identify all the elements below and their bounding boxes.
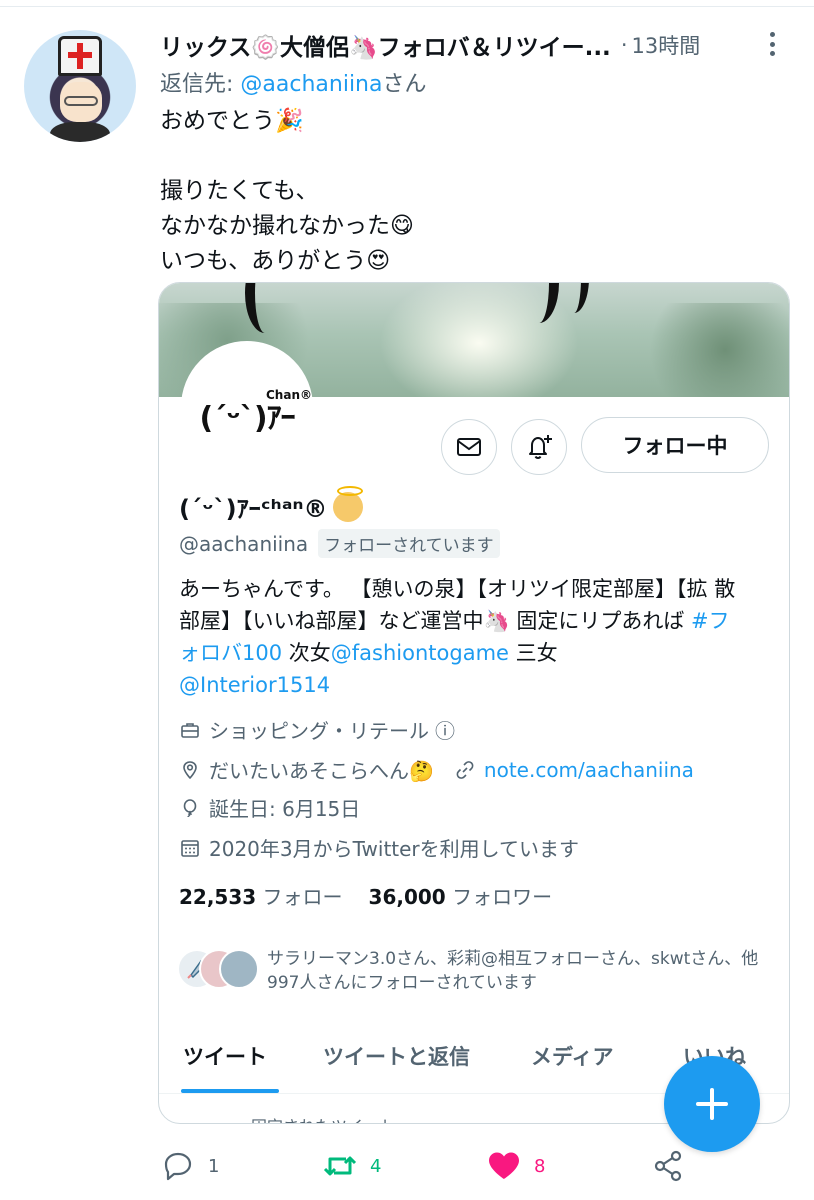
tab-tweets[interactable]: ツイート — [183, 1041, 267, 1071]
followers-label: フォロワー — [452, 885, 553, 909]
bio-mention-link-1[interactable]: @fashiontogame — [331, 641, 509, 665]
author-name[interactable]: リックス🍥大僧侶🦄フォロバ＆リツイー... — [160, 28, 611, 62]
category-info-icon[interactable]: ⓘ — [435, 715, 455, 744]
profile-handle: @aachaniina — [179, 531, 309, 556]
followed-by-avatars — [177, 947, 261, 991]
plus-icon — [696, 1088, 728, 1120]
link-icon — [454, 759, 476, 781]
reply-to-handle[interactable]: @aachaniina — [240, 72, 382, 97]
category-text: ショッピング・リテール — [209, 719, 429, 743]
website-link[interactable]: note.com/aachaniina — [454, 758, 694, 782]
envelope-icon — [457, 438, 481, 456]
birthday-text: 誕生日: 6月15日 — [209, 797, 361, 821]
joined-row: 2020年3月からTwitterを利用しています — [179, 833, 579, 862]
profile-name-row: (ˊᵕˋ)ｱｰᶜʰᵃⁿ® — [179, 485, 364, 524]
heart-icon — [486, 1148, 522, 1184]
balloon-icon — [179, 797, 201, 819]
tweet-text: おめでとう🎉 撮りたくても、 なかなか撮れなかった😋 いつも、ありがとう😍 — [160, 108, 414, 274]
bell-plus-icon — [529, 435, 552, 459]
message-button[interactable] — [441, 419, 497, 475]
location-pin-icon — [179, 759, 201, 781]
joined-text: 2020年3月からTwitterを利用しています — [209, 837, 580, 861]
more-options-icon[interactable] — [764, 28, 780, 60]
profile-handle-row: @aachaniina フォローされています — [179, 529, 500, 558]
avatar-hat — [58, 36, 102, 76]
following-label: フォロー — [262, 885, 343, 909]
followed-by-row[interactable]: サラリーマン3.0さん、彩莉@相互フォローさん、skwtさん、他997人さんにフ… — [177, 947, 777, 995]
tab-media[interactable]: メディア — [531, 1041, 614, 1071]
profile-avatar[interactable]: (ˊᵕˋ)ｱｰ Chan® — [181, 341, 313, 473]
profile-name[interactable]: (ˊᵕˋ)ｱｰᶜʰᵃⁿ® — [179, 489, 327, 524]
followers-count: 36,000 — [368, 885, 446, 909]
tweet-actions: 1 4 8 — [0, 1144, 814, 1190]
bio-mention-link-2[interactable]: @Interior1514 — [179, 673, 330, 697]
following-button[interactable]: フォロー中 — [581, 417, 769, 473]
profile-bio: あーちゃんです。 【憩いの泉】【オリツイ限定部屋】【拡 散部屋】【いいね部屋】な… — [179, 573, 739, 701]
avatar-glasses — [64, 96, 98, 106]
followers-link[interactable]: 36,000 フォロワー — [369, 885, 553, 909]
category-row: ショッピング・リテール ⓘ — [179, 715, 455, 744]
profile-avatar-chan: Chan® — [266, 388, 312, 402]
following-link[interactable]: 22,533 フォロー — [179, 885, 343, 909]
bio-text-3: 三女 — [508, 641, 558, 665]
author-avatar[interactable] — [24, 30, 136, 142]
reply-count: 1 — [208, 1155, 220, 1177]
retweet-icon — [322, 1148, 358, 1184]
reply-to-suffix: さん — [382, 72, 427, 97]
notifications-button[interactable] — [511, 419, 567, 475]
share-button[interactable] — [650, 1148, 686, 1184]
top-divider — [0, 6, 814, 7]
tweet-timestamp[interactable]: 13時間 — [632, 30, 701, 60]
location-row: だいたいあそこらへん🤔 note.com/aachaniina — [179, 755, 694, 784]
share-icon — [650, 1148, 686, 1184]
follower-avatar — [219, 949, 259, 989]
tweet-header: リックス🍥大僧侶🦄フォロバ＆リツイー... · 13時間 — [160, 28, 760, 62]
compose-tweet-button[interactable] — [664, 1056, 760, 1152]
bio-text-2: 次女 — [282, 641, 331, 665]
avatar-body — [50, 122, 110, 142]
follow-counts: 22,533 フォロー 36,000 フォロワー — [179, 881, 552, 910]
following-count: 22,533 — [179, 885, 257, 909]
followed-by-text: サラリーマン3.0さん、彩莉@相互フォローさん、skwtさん、他997人さんにフ… — [267, 949, 759, 993]
like-count: 8 — [534, 1155, 546, 1177]
reply-button[interactable]: 1 — [160, 1148, 219, 1184]
briefcase-icon — [179, 719, 201, 741]
retweet-button[interactable]: 4 — [322, 1148, 381, 1184]
angel-emoji-icon — [333, 485, 364, 522]
pinned-tweet-label: 固定されたツイート — [251, 1113, 395, 1123]
bio-text-1: あーちゃんです。 【憩いの泉】【オリツイ限定部屋】【拡 散部屋】【いいね部屋】な… — [179, 577, 736, 633]
reply-to-line: 返信先: @aachaniinaさん — [160, 66, 427, 98]
reply-to-prefix: 返信先: — [160, 72, 241, 97]
reply-icon — [160, 1148, 196, 1184]
location-text: だいたいあそこらへん🤔 — [209, 759, 434, 783]
tab-tweets-and-replies[interactable]: ツイートと返信 — [323, 1041, 470, 1071]
like-button[interactable]: 8 — [486, 1148, 545, 1184]
website-url[interactable]: note.com/aachaniina — [484, 758, 694, 782]
retweet-count: 4 — [370, 1155, 382, 1177]
birthday-row: 誕生日: 6月15日 — [179, 793, 360, 822]
follows-you-badge: フォローされています — [318, 529, 500, 558]
profile-card[interactable]: (ˊᵕˋ)ｱｰ Chan® フォロー中 (ˊᵕˋ)ｱｰᶜʰᵃⁿ® @aachan… — [158, 282, 790, 1124]
calendar-icon — [179, 837, 201, 859]
header-separator: · — [620, 33, 628, 57]
